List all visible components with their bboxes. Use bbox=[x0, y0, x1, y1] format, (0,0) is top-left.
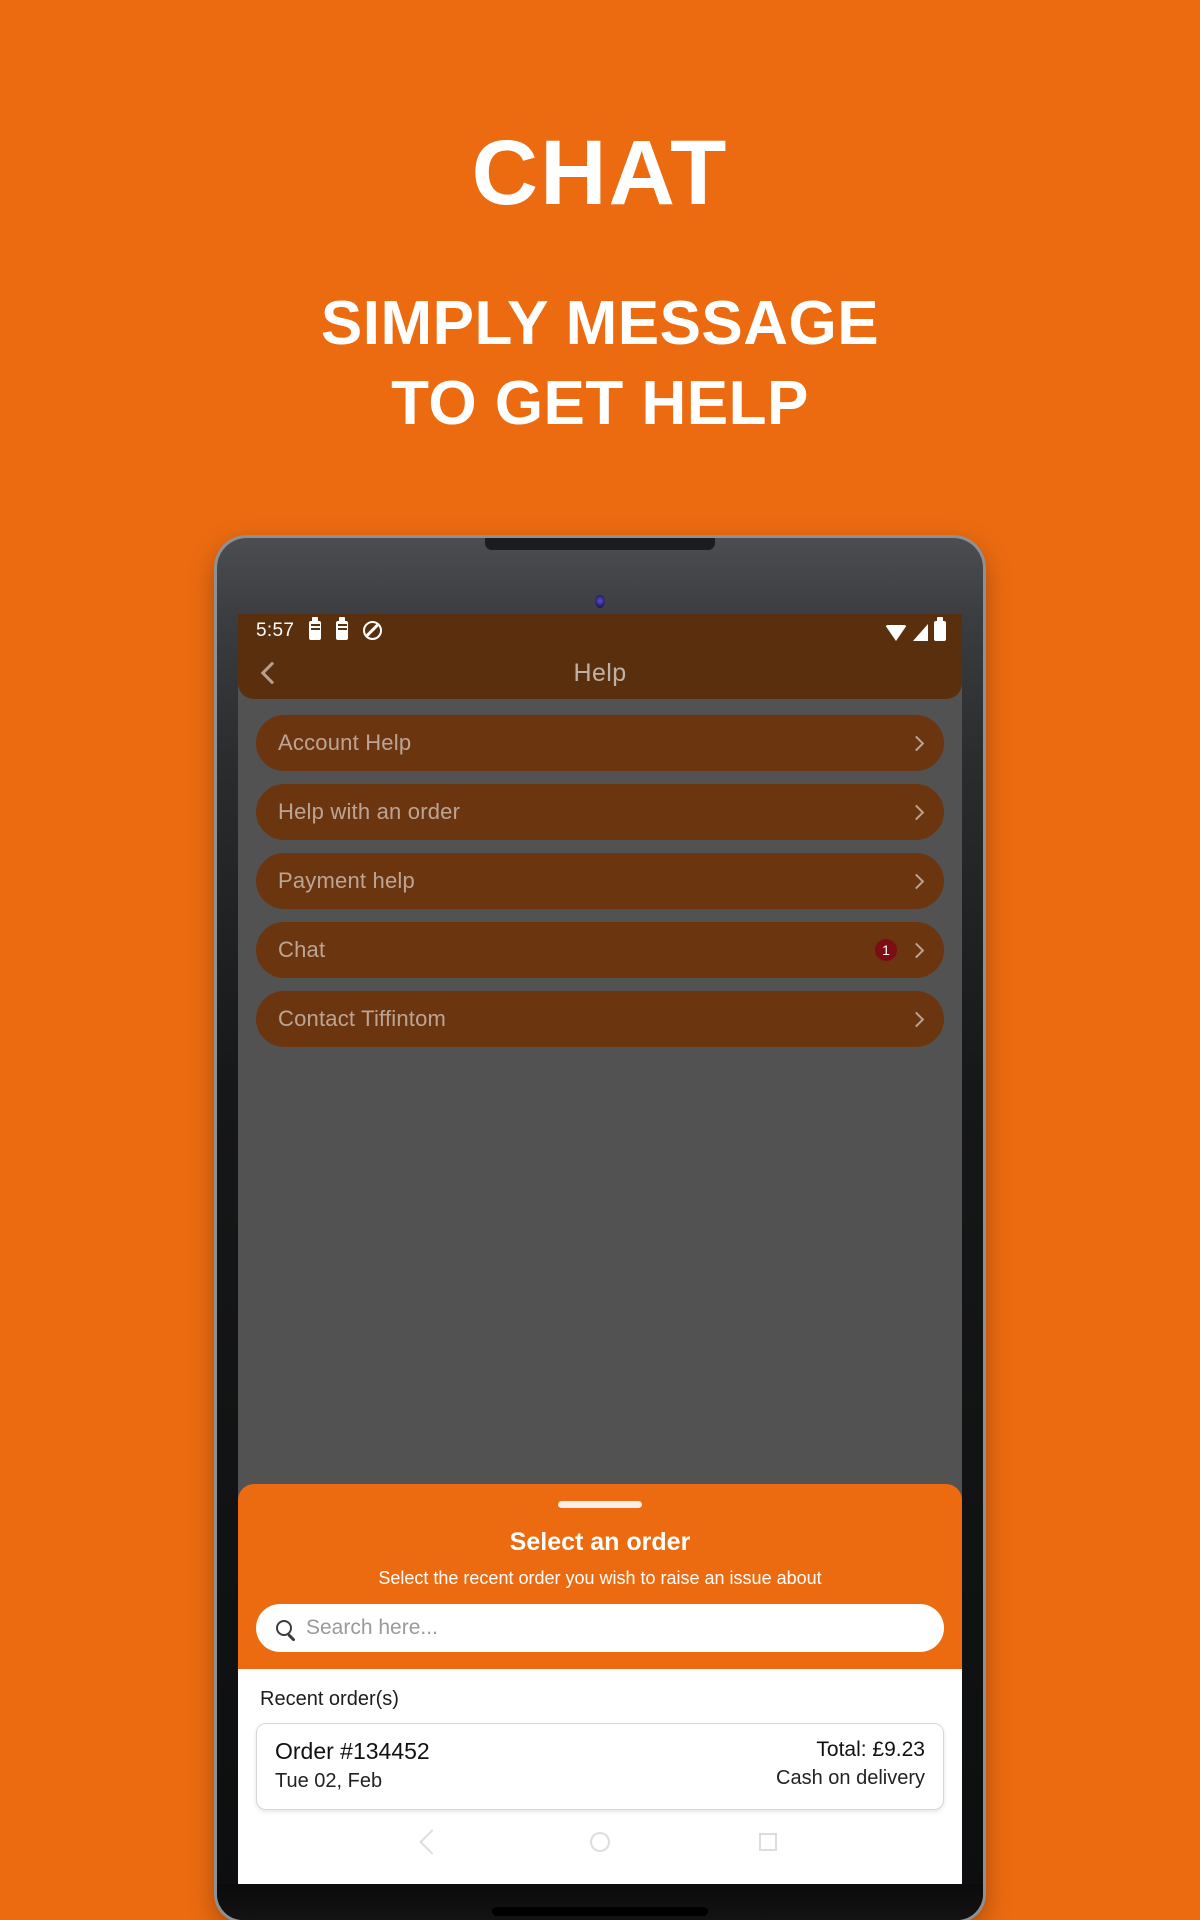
device-screen: 5:57 Help Account Help Help with an orde… bbox=[238, 614, 962, 1884]
help-item-trailing: 1 bbox=[875, 939, 925, 961]
order-payment-method: Cash on delivery bbox=[776, 1767, 925, 1789]
chevron-right-icon bbox=[908, 873, 925, 889]
sheet-subtitle: Select the recent order you wish to rais… bbox=[378, 1568, 822, 1588]
back-nav-icon[interactable] bbox=[418, 1829, 445, 1855]
help-item-trailing bbox=[908, 1011, 925, 1027]
front-camera-icon bbox=[595, 595, 605, 608]
status-bar-clock: 5:57 bbox=[256, 619, 295, 641]
help-menu-item-chat[interactable]: Chat 1 bbox=[256, 922, 944, 978]
battery-icon bbox=[336, 617, 349, 640]
help-menu-item-payment-help[interactable]: Payment help bbox=[256, 853, 944, 909]
app-bar-title: Help bbox=[573, 658, 627, 687]
status-bar-right bbox=[885, 616, 946, 641]
chevron-right-icon bbox=[908, 942, 925, 958]
page-title: CHAT bbox=[471, 122, 729, 224]
help-item-label: Chat bbox=[278, 937, 326, 962]
order-secondary-info: Total: £9.23 Cash on delivery bbox=[776, 1738, 925, 1793]
android-navigation-bar bbox=[238, 1828, 962, 1884]
help-menu-list: Account Help Help with an order Payment … bbox=[238, 699, 962, 1047]
help-item-trailing bbox=[908, 873, 925, 889]
chevron-right-icon bbox=[908, 735, 925, 751]
promo-subtitle: SIMPLY MESSAGE TO GET HELP bbox=[0, 284, 1200, 445]
help-item-label: Payment help bbox=[278, 868, 415, 893]
promo-banner: CHAT SIMPLY MESSAGE TO GET HELP bbox=[0, 0, 1200, 445]
select-order-bottom-sheet: Select an order Select the recent order … bbox=[238, 1484, 962, 1884]
status-bar-left: 5:57 bbox=[256, 617, 383, 642]
device-bottom-bezel bbox=[217, 1884, 983, 1920]
order-total: Total: £9.23 bbox=[816, 1738, 925, 1761]
chevron-right-icon bbox=[908, 1011, 925, 1027]
battery-icon bbox=[934, 616, 946, 641]
app-bar: Help bbox=[238, 647, 962, 699]
help-menu-item-contact-tiffintom[interactable]: Contact Tiffintom bbox=[256, 991, 944, 1047]
do-not-disturb-icon bbox=[363, 621, 383, 640]
wifi-icon bbox=[885, 624, 907, 641]
search-placeholder: Search here... bbox=[306, 1616, 438, 1639]
drag-handle[interactable] bbox=[558, 1501, 642, 1508]
search-input[interactable]: Search here... bbox=[256, 1604, 944, 1652]
recent-orders-panel: Recent order(s) Order #134452 Tue 02, Fe… bbox=[238, 1669, 962, 1884]
battery-icon bbox=[309, 617, 322, 640]
recent-orders-label: Recent order(s) bbox=[260, 1688, 399, 1710]
help-menu-item-account-help[interactable]: Account Help bbox=[256, 715, 944, 771]
help-menu-item-help-with-an-order[interactable]: Help with an order bbox=[256, 784, 944, 840]
help-item-label: Help with an order bbox=[278, 799, 461, 824]
bottom-speaker-grille bbox=[492, 1907, 708, 1916]
search-container: Search here... bbox=[238, 1589, 962, 1669]
promo-subtitle-line-1: SIMPLY MESSAGE bbox=[320, 288, 880, 358]
tablet-device-frame: 5:57 Help Account Help Help with an orde… bbox=[217, 538, 983, 1920]
recents-nav-icon[interactable] bbox=[759, 1833, 778, 1851]
promo-subtitle-line-2: TO GET HELP bbox=[391, 369, 809, 439]
order-primary-info: Order #134452 Tue 02, Feb bbox=[275, 1738, 430, 1793]
sheet-title: Select an order bbox=[509, 1528, 691, 1556]
status-bar: 5:57 bbox=[238, 614, 962, 647]
help-item-label: Contact Tiffintom bbox=[278, 1006, 447, 1031]
order-date: Tue 02, Feb bbox=[275, 1770, 383, 1792]
search-icon bbox=[276, 1620, 292, 1636]
home-nav-icon[interactable] bbox=[589, 1832, 610, 1852]
status-badge: 1 bbox=[875, 939, 897, 961]
help-item-trailing bbox=[908, 804, 925, 820]
help-item-label: Account Help bbox=[278, 730, 412, 755]
help-item-trailing bbox=[908, 735, 925, 751]
order-id: Order #134452 bbox=[275, 1738, 430, 1764]
earpiece-speaker bbox=[485, 538, 715, 550]
signal-icon bbox=[913, 623, 928, 641]
chevron-right-icon bbox=[908, 804, 925, 820]
list-item[interactable]: Order #134452 Tue 02, Feb Total: £9.23 C… bbox=[256, 1723, 944, 1810]
